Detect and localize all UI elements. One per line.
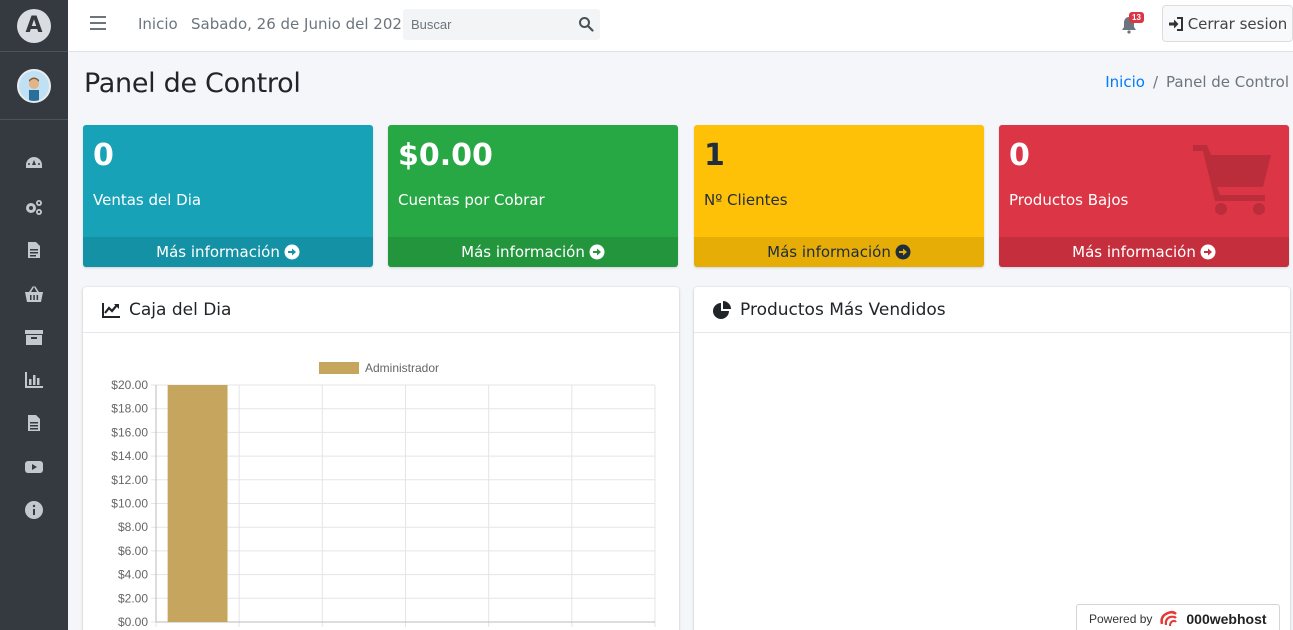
notification-badge: 13 <box>1129 12 1144 23</box>
y-tick-label: $4.00 <box>118 568 148 582</box>
y-tick-label: $2.00 <box>118 591 148 605</box>
current-date: Sabado, 26 de Junio del 2021 <box>191 15 412 33</box>
powered-by-label: Powered by <box>1089 612 1153 626</box>
brand-logo[interactable]: A <box>17 8 51 43</box>
chart-bar <box>167 385 228 622</box>
user-avatar-icon <box>19 70 49 101</box>
user-panel <box>0 52 68 120</box>
y-tick-label: $10.00 <box>111 497 148 511</box>
youtube-icon <box>25 460 43 473</box>
sidebar-item-settings[interactable] <box>0 185 68 228</box>
arrow-circle-right-icon <box>1200 244 1216 260</box>
top-navbar: Inicio Sabado, 26 de Junio del 2021 13 C… <box>68 0 1293 52</box>
file-icon <box>28 242 40 259</box>
sidebar-item-inventory[interactable] <box>0 315 68 358</box>
box-value: 0 <box>1009 138 1030 173</box>
daily-cash-card: Caja del Dia $0.00 $2.00 $4.00 $6.00 $8.00 $1… <box>83 287 679 630</box>
powered-by-badge[interactable]: Powered by 000webhost <box>1076 604 1280 630</box>
sidebar-item-videos[interactable] <box>0 445 68 488</box>
info-circle-icon <box>25 501 43 520</box>
pie-chart-icon <box>713 300 731 319</box>
menu-toggle-icon[interactable] <box>90 16 106 30</box>
box-label: Nº Clientes <box>704 191 788 209</box>
legend-swatch <box>319 362 359 374</box>
logout-button[interactable]: Cerrar sesion <box>1162 5 1293 42</box>
y-tick-label: $12.00 <box>111 473 148 487</box>
host-brand-name: 000webhost <box>1186 611 1267 627</box>
search-box <box>403 9 600 40</box>
y-tick-label: $8.00 <box>118 520 148 534</box>
arrow-circle-right-icon <box>895 244 911 260</box>
more-info-link[interactable]: Más información <box>694 237 984 267</box>
search-input[interactable] <box>403 9 563 40</box>
box-value: $0.00 <box>398 138 493 173</box>
sign-in-icon <box>1168 16 1183 31</box>
daily-cash-chart: $0.00 $2.00 $4.00 $6.00 $8.00 $10.00 $12.00 $14… <box>111 361 656 629</box>
y-tick-label: $18.00 <box>111 402 148 416</box>
card-title: Productos Más Vendidos <box>740 299 946 320</box>
sidebar-item-sales[interactable] <box>0 272 68 315</box>
sales-today-box: 0 Ventas del Dia Más información <box>83 125 373 267</box>
avatar[interactable] <box>17 68 51 103</box>
card-title: Caja del Dia <box>129 299 232 320</box>
shopping-cart-icon <box>1193 145 1271 215</box>
archive-icon <box>25 329 43 345</box>
more-info-label: Más información <box>156 243 280 261</box>
sidebar-item-reports[interactable] <box>0 358 68 401</box>
box-value: 1 <box>704 138 725 173</box>
chart-bars <box>167 385 228 622</box>
sidebar: A <box>0 0 68 630</box>
low-stock-products-box: 0 Productos Bajos Más información <box>999 125 1289 267</box>
more-info-link[interactable]: Más información <box>999 237 1289 267</box>
legend-label: Administrador <box>365 361 439 375</box>
more-info-label: Más información <box>461 243 585 261</box>
brand-logo-letter: A <box>25 13 43 38</box>
chart-legend: Administrador <box>319 361 439 375</box>
sidebar-item-about[interactable] <box>0 488 68 531</box>
breadcrumb-current: Panel de Control <box>1166 73 1289 91</box>
cogs-icon <box>26 199 42 215</box>
y-tick-label: $20.00 <box>111 378 148 392</box>
y-tick-label: $14.00 <box>111 449 148 463</box>
line-chart-icon <box>102 302 120 318</box>
bar-chart-icon <box>25 372 43 389</box>
nav-home-link[interactable]: Inicio <box>138 15 178 33</box>
y-tick-label: $0.00 <box>118 615 148 629</box>
page-title: Panel de Control <box>84 68 301 99</box>
more-info-link[interactable]: Más información <box>388 237 678 267</box>
arrow-circle-right-icon <box>589 244 605 260</box>
box-label: Cuentas por Cobrar <box>398 191 545 209</box>
sidebar-item-dashboard[interactable] <box>0 142 68 185</box>
box-label: Ventas del Dia <box>93 191 202 209</box>
box-label: Productos Bajos <box>1009 191 1129 209</box>
card-header: Caja del Dia <box>83 287 679 333</box>
sidebar-item-documents[interactable] <box>0 229 68 272</box>
top-products-card: Productos Más Vendidos <box>694 287 1290 630</box>
arrow-circle-right-icon <box>284 244 300 260</box>
more-info-label: Más información <box>767 243 891 261</box>
more-info-link[interactable]: Más información <box>83 237 373 267</box>
y-tick-label: $6.00 <box>118 544 148 558</box>
dashboard-icon <box>26 156 42 168</box>
chart-y-axis: $0.00 $2.00 $4.00 $6.00 $8.00 $10.00 $12.00 $14… <box>111 378 148 629</box>
breadcrumb-home-link[interactable]: Inicio <box>1105 73 1145 91</box>
brand[interactable]: A <box>0 0 68 52</box>
shopping-basket-icon <box>25 285 43 302</box>
breadcrumb-separator: / <box>1152 73 1159 91</box>
search-icon[interactable] <box>578 16 594 32</box>
file-text-icon <box>28 415 40 432</box>
more-info-label: Más información <box>1072 243 1196 261</box>
breadcrumb: Inicio / Panel de Control <box>1105 73 1289 91</box>
y-tick-label: $16.00 <box>111 425 148 439</box>
sidebar-item-invoices[interactable] <box>0 402 68 445</box>
sidebar-nav <box>0 120 68 532</box>
card-header: Productos Más Vendidos <box>694 287 1290 333</box>
accounts-receivable-box: $0.00 Cuentas por Cobrar Más información <box>388 125 678 267</box>
logout-label: Cerrar sesion <box>1187 14 1288 33</box>
webhost-logo-icon <box>1160 610 1178 627</box>
clients-count-box: 1 Nº Clientes Más información <box>694 125 984 267</box>
box-value: 0 <box>93 138 114 173</box>
